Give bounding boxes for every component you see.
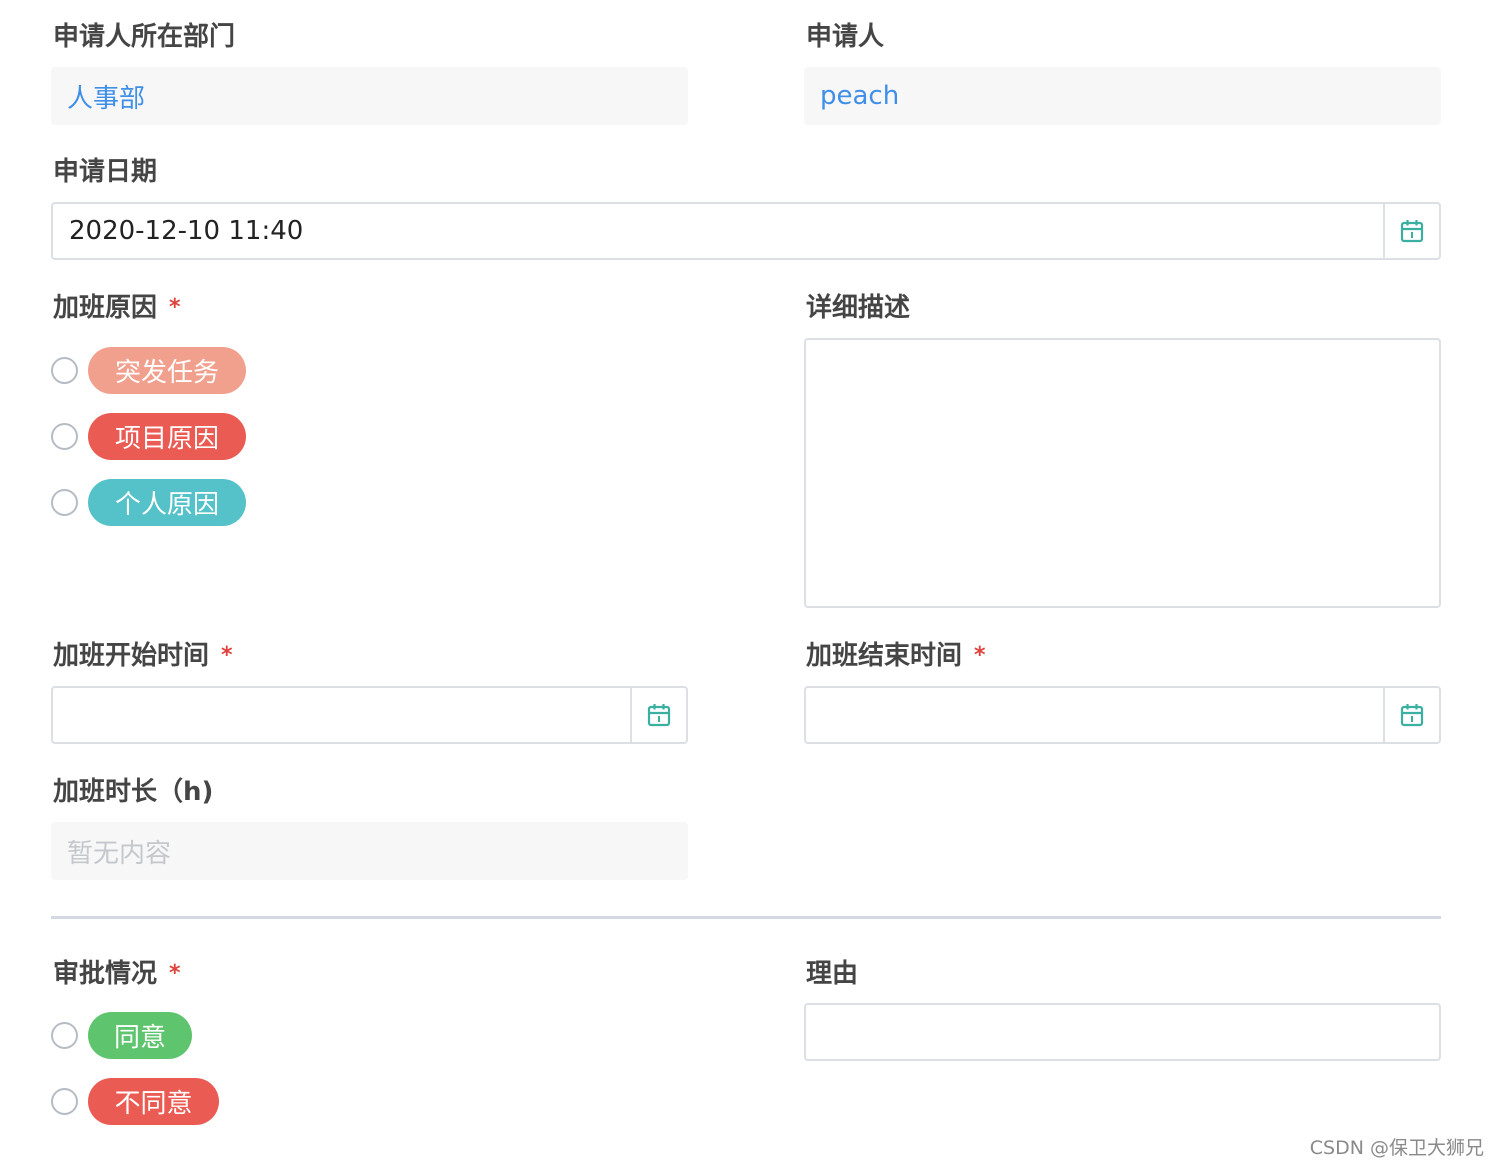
- reason-input[interactable]: [804, 1003, 1441, 1061]
- approval-option-tag[interactable]: 同意: [88, 1012, 192, 1059]
- approval-option-agree[interactable]: 同意: [51, 1012, 192, 1059]
- reason-option-tag[interactable]: 项目原因: [88, 413, 246, 460]
- department-value: 人事部: [51, 67, 688, 125]
- radio-button[interactable]: [51, 1088, 78, 1115]
- radio-button[interactable]: [51, 489, 78, 516]
- radio-button[interactable]: [51, 423, 78, 450]
- approval-option-disagree[interactable]: 不同意: [51, 1078, 219, 1125]
- overtime-duration-value: 暂无内容: [51, 822, 688, 880]
- approval-status-label: 审批情况 *: [53, 959, 181, 989]
- overtime-end-field[interactable]: [804, 686, 1441, 744]
- overtime-reason-label: 加班原因 *: [53, 293, 181, 323]
- overtime-end-picker-button[interactable]: [1383, 688, 1439, 742]
- required-mark: *: [169, 295, 181, 320]
- required-mark: *: [169, 961, 181, 986]
- reason-option-tag[interactable]: 突发任务: [88, 347, 246, 394]
- apply-date-value: 2020-12-10 11:40: [69, 216, 304, 246]
- required-mark: *: [974, 643, 986, 668]
- radio-button[interactable]: [51, 1022, 78, 1049]
- required-mark: *: [221, 643, 233, 668]
- reason-option-personal[interactable]: 个人原因: [51, 479, 246, 526]
- reason-option-project[interactable]: 项目原因: [51, 413, 246, 460]
- calendar-icon: [1400, 704, 1424, 727]
- calendar-icon: [1400, 220, 1424, 243]
- apply-date-picker-button[interactable]: [1383, 204, 1439, 258]
- reason-label: 理由: [806, 959, 859, 989]
- reason-option-tag[interactable]: 个人原因: [88, 479, 246, 526]
- overtime-start-field[interactable]: [51, 686, 688, 744]
- detail-description-label: 详细描述: [806, 293, 911, 323]
- apply-date-field[interactable]: 2020-12-10 11:40: [51, 202, 1441, 260]
- overtime-start-picker-button[interactable]: [630, 688, 686, 742]
- overtime-end-label: 加班结束时间 *: [806, 641, 986, 671]
- section-divider: [51, 916, 1441, 919]
- overtime-duration-label: 加班时长（h): [53, 777, 214, 807]
- calendar-icon: [647, 704, 671, 727]
- watermark-text: CSDN @保卫大狮兄: [1309, 1137, 1484, 1159]
- applicant-label: 申请人: [806, 22, 885, 52]
- detail-description-textarea[interactable]: [804, 338, 1441, 608]
- radio-button[interactable]: [51, 357, 78, 384]
- department-label: 申请人所在部门: [53, 22, 236, 52]
- apply-date-label: 申请日期: [53, 157, 158, 187]
- overtime-start-label: 加班开始时间 *: [53, 641, 233, 671]
- approval-option-tag[interactable]: 不同意: [88, 1078, 219, 1125]
- applicant-value: peach: [804, 67, 1441, 125]
- reason-option-urgent[interactable]: 突发任务: [51, 347, 246, 394]
